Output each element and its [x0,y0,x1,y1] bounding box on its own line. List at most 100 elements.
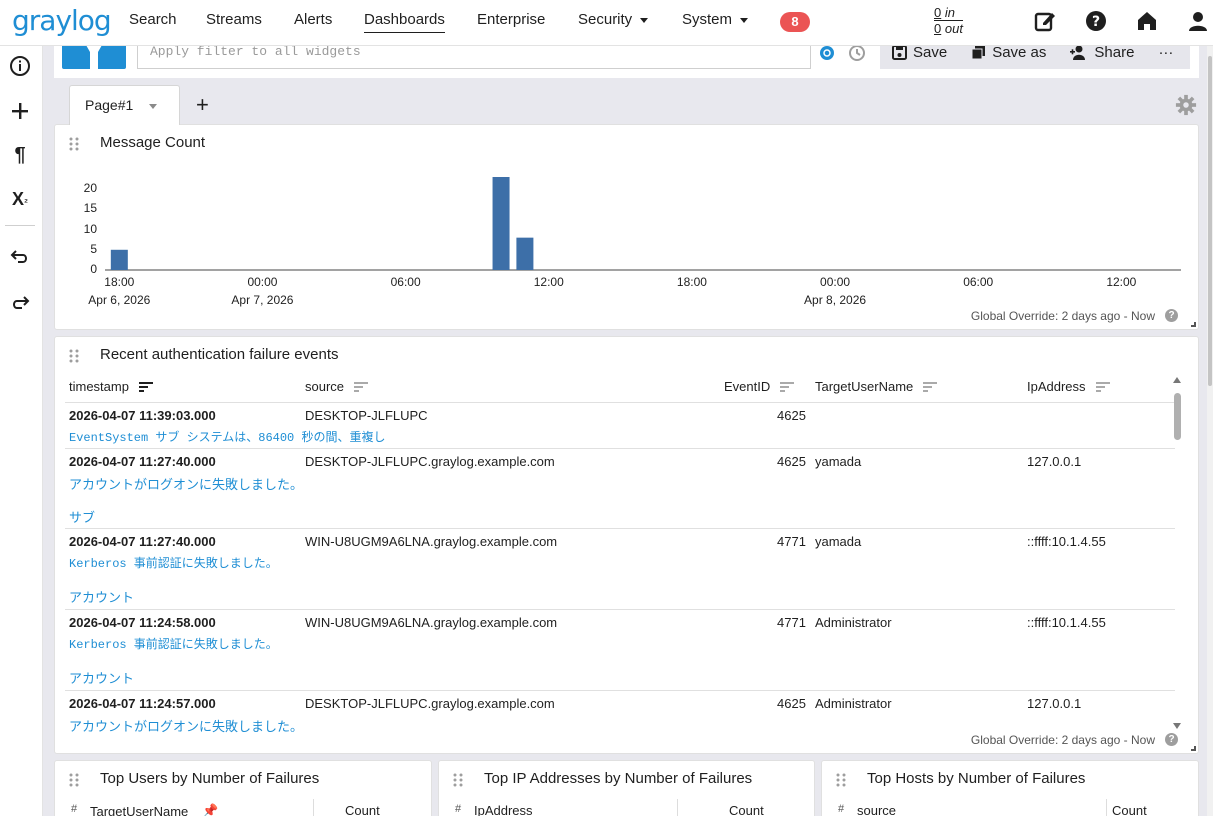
drag-handle-icon[interactable] [836,773,846,787]
table-row[interactable]: 2026-04-07 11:24:58.000 WIN-U8UGM9A6LNA.g… [65,609,1175,690]
nav-streams[interactable]: Streams [206,11,262,28]
save-label: Save [913,44,948,61]
resize-handle[interactable] [1191,746,1196,751]
help-icon[interactable]: ? [1084,9,1108,33]
cell-message-continued: アカウント [69,590,135,605]
cell-timestamp: 2026-04-07 11:39:03.000 [69,408,216,423]
nav-alerts[interactable]: Alerts [294,11,332,28]
scrollbar-thumb[interactable] [1174,393,1181,440]
x-tick-time: 06:00 [963,275,994,289]
x-tick-label: 12:00 [509,273,589,291]
nav-search[interactable]: Search [129,11,177,28]
sort-icon[interactable] [138,381,153,392]
throughput-out-label: out [944,21,963,36]
pin-icon[interactable]: 📌 [202,803,218,816]
column-header-count[interactable]: Count [729,803,764,816]
nav-system-label: System [682,11,733,28]
column-header-timestamp[interactable]: timestamp [69,379,153,394]
user-plus-icon [1070,45,1086,60]
table-row[interactable]: 2026-04-07 11:27:40.000 WIN-U8UGM9A6LNA.g… [65,528,1175,609]
floppy-disk-icon [892,45,907,60]
row-number-header: # [838,803,845,815]
cell-eventid: 4625 [777,454,806,469]
throughput-in-label: in [944,5,955,20]
column-header-eventid[interactable]: EventID [724,379,795,394]
user-icon[interactable] [1186,9,1210,33]
chart-bar[interactable] [110,249,128,270]
x-tick-time: 12:00 [1106,275,1137,289]
events-scrollbar[interactable] [1173,377,1182,729]
cell-ipaddress: ::ffff:10.1.4.55 [1027,534,1106,549]
sort-icon[interactable] [354,381,369,392]
throughput-in-count: 0 [934,5,942,20]
drag-handle-icon[interactable] [453,773,463,787]
message-count-chart: 0 5 10 15 20 18:00 Apr 6, 2026 00:00 Apr 7, 2026… [55,125,1200,331]
info-icon[interactable] [7,53,33,79]
caret-down-icon [640,17,649,23]
nav-enterprise[interactable]: Enterprise [477,11,545,28]
gear-icon[interactable] [1175,94,1197,116]
tab-page-1[interactable]: Page#1 [69,85,180,125]
save-as-label: Save as [992,44,1047,61]
pilcrow-icon[interactable]: ¶ [7,142,33,168]
column-header-ipaddress[interactable]: IpAddress [474,803,533,816]
top-users-title: Top Users by Number of Failures [100,770,320,787]
cell-source: DESKTOP-JLFLUPC.graylog.example.com [305,454,555,469]
x-tick-label: 18:00 Apr 6, 2026 [79,273,159,309]
search-status-icon[interactable] [819,45,835,61]
table-row[interactable]: 2026-04-07 11:39:03.000 DESKTOP-JLFLUPC 46… [65,402,1175,448]
x-tick-time: 00:00 [820,275,851,289]
help-icon[interactable]: ? [1165,309,1178,322]
caret-down-icon[interactable] [149,103,158,109]
home-icon[interactable] [1135,9,1159,33]
graylog-logo[interactable]: graylog [12,4,112,37]
edit-icon[interactable] [1033,9,1057,33]
column-header-ipaddress[interactable]: IpAddress [1027,379,1110,394]
history-icon[interactable] [848,44,866,62]
scroll-up-icon[interactable] [1173,377,1181,383]
redo-icon[interactable] [7,289,33,315]
chart-bar[interactable] [516,237,534,270]
sort-icon[interactable] [923,381,938,392]
column-header-label: Count [1112,803,1147,816]
column-header-count[interactable]: Count [345,803,380,816]
drag-handle-icon[interactable] [69,349,79,363]
drag-handle-icon[interactable] [69,773,79,787]
column-header-source[interactable]: source [305,379,369,394]
column-divider [313,799,314,816]
x-tick-label: 12:00 [1081,273,1161,291]
throughput-indicator[interactable]: 0 in 0 out [934,5,963,36]
scroll-down-icon[interactable] [1173,723,1181,729]
help-icon[interactable]: ? [1165,733,1178,746]
widget-sidebar: ¶ X₂ [0,46,43,816]
column-header-targetusername[interactable]: TargetUserName 📌 [90,803,218,816]
column-header-source[interactable]: source [857,803,896,816]
sort-icon[interactable] [1095,381,1110,392]
column-header-targetusername[interactable]: TargetUserName [815,379,938,394]
plus-icon[interactable] [7,98,33,124]
column-header-label: Count [345,803,380,816]
resize-handle[interactable] [1191,322,1196,327]
cell-eventid: 4625 [777,696,806,711]
nav-system[interactable]: System [682,11,749,28]
notification-badge[interactable]: 8 [780,12,810,32]
table-row[interactable]: 2026-04-07 11:27:40.000 DESKTOP-JLFLUPC.g… [65,448,1175,528]
y-tick-label: 20 [83,181,97,196]
cell-timestamp: 2026-04-07 11:24:58.000 [69,615,216,630]
add-page-button[interactable]: + [196,92,209,118]
subscript-x-icon[interactable]: X₂ [7,186,33,212]
column-header-label: source [305,379,345,394]
page-scrollbar-thumb[interactable] [1208,56,1212,386]
nav-dashboards[interactable]: Dashboards [364,11,445,33]
x-tick-time: 12:00 [533,275,564,289]
page-scrollbar[interactable] [1207,46,1213,816]
nav-security[interactable]: Security [578,11,649,28]
cell-source: DESKTOP-JLFLUPC.graylog.example.com [305,696,555,711]
chart-bar[interactable] [492,177,510,270]
column-header-count[interactable]: Count [1112,803,1147,816]
cell-eventid: 4625 [777,408,806,423]
undo-icon[interactable] [7,243,33,269]
message-count-time-range: Global Override: 2 days ago - Now [970,309,1155,323]
sort-icon[interactable] [780,381,795,392]
y-tick-label: 15 [83,201,97,216]
